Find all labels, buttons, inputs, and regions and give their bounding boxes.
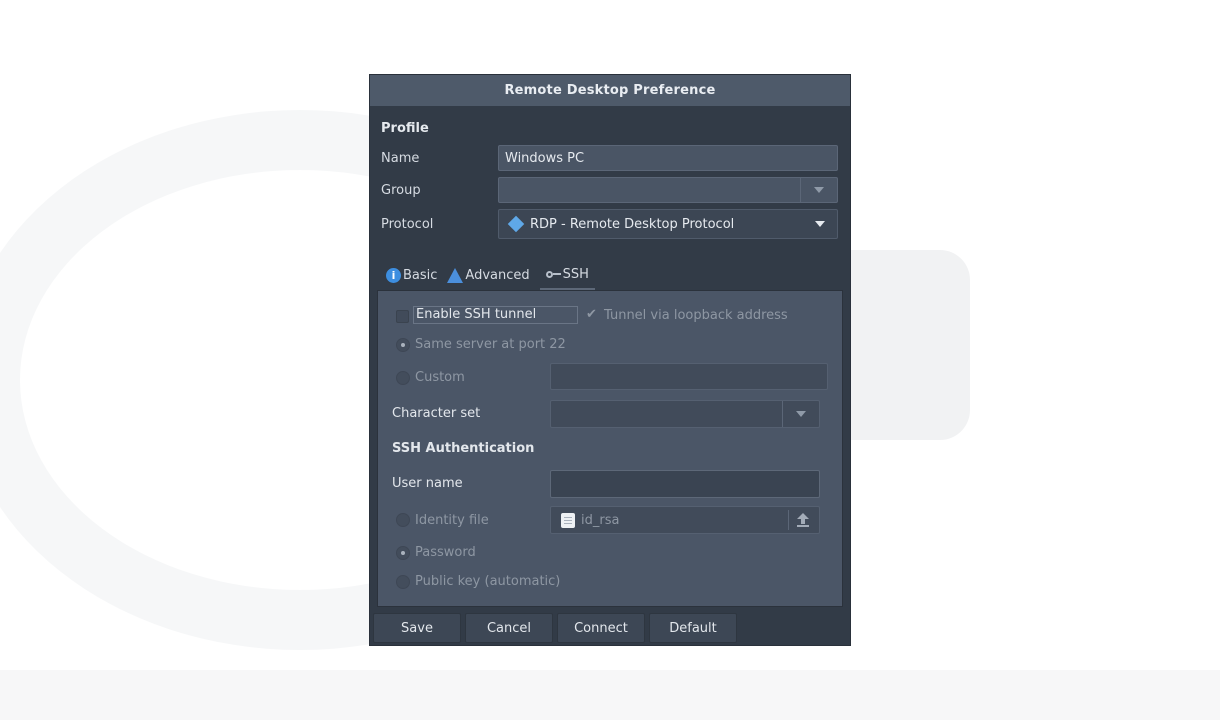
identity-file-label: Identity file (415, 513, 489, 528)
enable-ssh-tunnel-label[interactable]: Enable SSH tunnel (413, 306, 578, 324)
chevron-down-icon (815, 221, 825, 227)
password-radio[interactable] (396, 546, 410, 560)
tab-advanced-label: Advanced (465, 267, 530, 283)
dialog-button-bar: Save Cancel Connect Default (373, 613, 741, 643)
same-server-label: Same server at port 22 (415, 337, 566, 352)
tab-ssh-label: SSH (562, 266, 589, 282)
identity-file-chooser[interactable]: id_rsa (550, 506, 820, 534)
protocol-dropdown-value: RDP - Remote Desktop Protocol (530, 216, 735, 232)
save-button[interactable]: Save (373, 613, 461, 643)
public-key-radio[interactable] (396, 575, 410, 589)
tab-bar: i Basic Advanced SSH (386, 260, 605, 290)
warning-icon (447, 267, 464, 283)
identity-file-radio[interactable] (396, 513, 410, 527)
window-title: Remote Desktop Preference (504, 83, 716, 98)
info-icon: i (386, 267, 401, 283)
group-label: Group (381, 183, 421, 198)
chevron-down-icon (814, 187, 824, 193)
file-icon (561, 512, 575, 528)
protocol-label: Protocol (381, 217, 434, 232)
checkmark-icon: ✔ (586, 307, 597, 322)
preference-dialog: Remote Desktop Preference Profile Name W… (370, 75, 850, 645)
custom-server-input[interactable] (550, 363, 828, 390)
tab-basic[interactable]: i Basic (386, 261, 437, 289)
chevron-down-icon (796, 411, 806, 417)
character-set-combobox[interactable] (550, 400, 820, 428)
custom-server-label: Custom (415, 370, 465, 385)
protocol-dropdown[interactable]: RDP - Remote Desktop Protocol (498, 209, 838, 239)
window-titlebar[interactable]: Remote Desktop Preference (370, 75, 850, 106)
background-decoration (0, 670, 1220, 720)
ssh-authentication-title: SSH Authentication (392, 441, 535, 456)
same-server-radio[interactable] (396, 338, 410, 352)
profile-section-title: Profile (381, 121, 429, 136)
tab-advanced[interactable]: Advanced (447, 261, 530, 289)
loopback-checkbox-label[interactable]: Tunnel via loopback address (604, 308, 788, 323)
tab-basic-label: Basic (403, 267, 438, 283)
rdp-protocol-icon (507, 215, 525, 233)
name-input-value: Windows PC (505, 150, 585, 166)
password-label: Password (415, 545, 476, 560)
ssh-tab-panel: Enable SSH tunnel ✔ Tunnel via loopback … (377, 290, 843, 607)
user-name-label: User name (392, 476, 463, 491)
character-set-label: Character set (392, 406, 481, 421)
name-input[interactable]: Windows PC (498, 145, 838, 171)
group-combobox[interactable] (498, 177, 838, 203)
identity-file-value: id_rsa (581, 512, 620, 528)
default-button[interactable]: Default (649, 613, 737, 643)
connect-button[interactable]: Connect (557, 613, 645, 643)
character-set-dropdown-button[interactable] (782, 401, 819, 427)
group-dropdown-button[interactable] (800, 178, 837, 202)
tab-ssh[interactable]: SSH (539, 260, 595, 290)
name-label: Name (381, 151, 420, 166)
custom-server-radio[interactable] (396, 371, 410, 385)
cancel-button[interactable]: Cancel (465, 613, 553, 643)
key-icon (545, 270, 561, 278)
user-name-input[interactable] (550, 470, 820, 498)
public-key-label: Public key (automatic) (415, 574, 561, 589)
enable-ssh-tunnel-checkbox[interactable] (396, 310, 409, 323)
upload-icon[interactable] (797, 513, 809, 527)
